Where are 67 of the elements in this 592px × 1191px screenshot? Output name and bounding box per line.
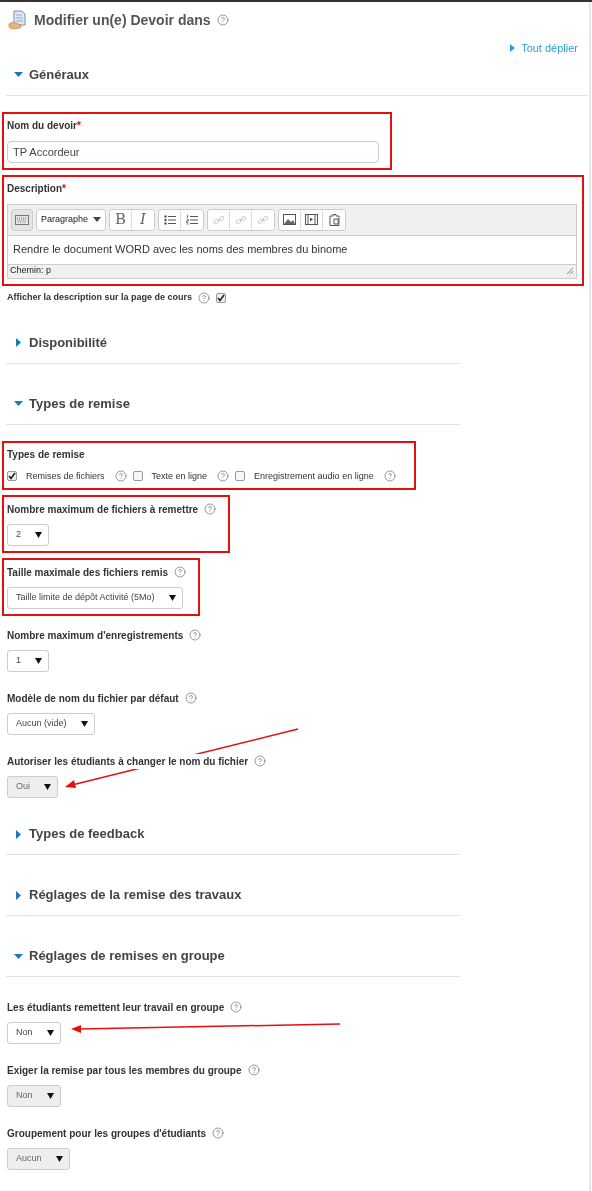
caret-icon xyxy=(35,532,42,538)
help-icon[interactable] xyxy=(189,629,202,641)
help-icon[interactable] xyxy=(204,503,217,515)
page-title: Modifier un(e) Devoir dans xyxy=(34,10,211,30)
section-header[interactable]: Disponibilité xyxy=(29,332,107,353)
bold-button[interactable]: B xyxy=(110,209,132,230)
checkbox-label: Enregistrement audio en ligne xyxy=(254,469,374,483)
section-header[interactable]: Réglages de la remise des travaux xyxy=(29,885,242,905)
collapsed-caret-icon[interactable] xyxy=(14,890,23,900)
section-header[interactable]: Types de feedback xyxy=(29,824,145,844)
checkbox[interactable] xyxy=(216,292,227,303)
select-dropdown[interactable]: Taille limite de dépôt Activité (5Mo) xyxy=(7,587,183,609)
caret-icon xyxy=(46,1030,54,1036)
field-label: Autoriser les étudiants à changer le nom du fichier xyxy=(7,753,249,769)
expanded-caret-icon[interactable] xyxy=(14,399,23,408)
caret-icon xyxy=(80,721,88,727)
help-icon[interactable] xyxy=(383,470,396,483)
checkbox-label: Texte en ligne xyxy=(151,469,208,483)
resize-grip-icon[interactable] xyxy=(566,267,574,275)
checkbox[interactable] xyxy=(132,471,143,482)
caret-icon xyxy=(44,784,51,790)
text-field[interactable]: TP Accordeur xyxy=(7,140,379,163)
checkbox-label: Remises de fichiers xyxy=(26,469,105,483)
section-header[interactable]: Types de remise xyxy=(29,393,130,414)
expanded-caret-icon[interactable] xyxy=(14,70,23,79)
section-header[interactable]: Généraux xyxy=(29,64,89,85)
italic-button[interactable]: I xyxy=(132,209,154,230)
help-icon[interactable] xyxy=(184,692,197,704)
film-icon xyxy=(305,214,318,225)
checkbox-label: Afficher la description sur la page de cours xyxy=(7,290,193,304)
format-dropdown[interactable]: Paragraphe xyxy=(36,208,106,231)
checkbox[interactable] xyxy=(7,471,17,482)
expanded-caret-icon[interactable] xyxy=(14,951,23,961)
toolbar-toggle-button[interactable] xyxy=(11,208,33,231)
bullet-list-icon xyxy=(163,214,176,225)
numbered-list-icon xyxy=(186,214,198,225)
caret-icon xyxy=(55,1156,63,1162)
help-icon[interactable] xyxy=(114,470,127,483)
caret-icon xyxy=(168,595,176,601)
section-header[interactable]: Réglages de remises en groupe xyxy=(29,946,225,966)
element-path: Chemin: p xyxy=(10,264,52,278)
select-dropdown[interactable]: 2 xyxy=(7,524,49,546)
editor-content[interactable]: Rendre le document WORD avec les noms des membres du binome xyxy=(8,234,576,265)
field-label: Types de remise xyxy=(7,447,85,462)
image-icon xyxy=(283,214,296,225)
select-dropdown[interactable]: 1 xyxy=(7,650,49,672)
clipboard-icon xyxy=(328,213,340,226)
link-icon xyxy=(212,213,225,226)
select-dropdown[interactable]: Aucun (vide) xyxy=(7,713,95,735)
unlink-icon xyxy=(234,213,247,226)
select-dropdown[interactable]: Non xyxy=(7,1022,61,1044)
caret-icon xyxy=(46,1093,54,1099)
caret-icon xyxy=(35,658,42,664)
caret-icon xyxy=(93,217,101,222)
checkbox[interactable] xyxy=(235,471,246,482)
help-icon[interactable] xyxy=(216,14,229,26)
help-icon[interactable] xyxy=(217,470,230,483)
assignment-icon xyxy=(8,10,28,30)
help-icon[interactable] xyxy=(174,566,186,578)
help-icon[interactable] xyxy=(230,1001,243,1013)
collapsed-caret-icon[interactable] xyxy=(14,338,23,347)
caret-icon xyxy=(510,44,516,53)
field-label: Description* xyxy=(7,181,66,196)
keyboard-icon xyxy=(15,214,29,225)
help-icon[interactable] xyxy=(198,291,211,304)
link-icon xyxy=(257,213,269,226)
collapsed-caret-icon[interactable] xyxy=(14,829,23,839)
